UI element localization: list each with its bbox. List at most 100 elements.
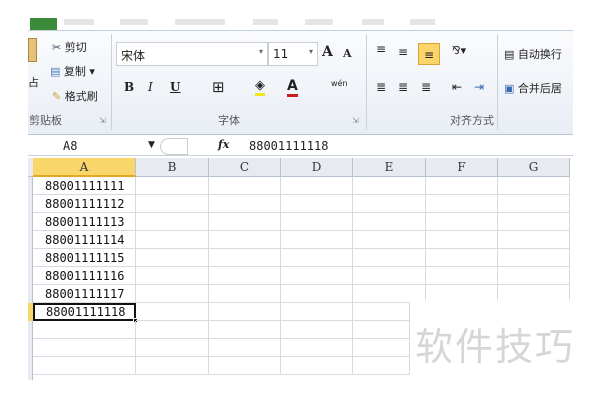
cell-d4[interactable] <box>281 231 353 249</box>
cell-e3[interactable] <box>353 213 426 231</box>
tab-page-layout[interactable] <box>175 19 225 25</box>
cell-a5[interactable]: 88001111115 <box>33 249 136 267</box>
dialog-launcher-icon[interactable]: ⇲ <box>99 116 106 125</box>
cell-b8[interactable] <box>136 303 209 321</box>
dialog-launcher-icon[interactable]: ⇲ <box>352 116 359 125</box>
cell-c9[interactable] <box>209 321 281 339</box>
cell-e2[interactable] <box>353 195 426 213</box>
cell-g6[interactable] <box>498 267 570 285</box>
cell-d1[interactable] <box>281 177 353 195</box>
cell-c6[interactable] <box>209 267 281 285</box>
grow-font-button[interactable]: A <box>322 44 333 60</box>
cell-b2[interactable] <box>136 195 209 213</box>
cell-f1[interactable] <box>426 177 498 195</box>
cell-e10[interactable] <box>353 339 410 357</box>
cell-b4[interactable] <box>136 231 209 249</box>
cell-d7[interactable] <box>281 285 353 303</box>
cell-f4[interactable] <box>426 231 498 249</box>
align-left-icon[interactable]: ≣ <box>376 80 386 94</box>
cell-a7[interactable]: 88001111117 <box>33 285 136 303</box>
cell-g5[interactable] <box>498 249 570 267</box>
bold-button[interactable]: B <box>124 80 134 94</box>
cell-g2[interactable] <box>498 195 570 213</box>
cell-a8[interactable]: 88001111118 <box>33 303 138 323</box>
cell-f5[interactable] <box>426 249 498 267</box>
cell-a2[interactable]: 88001111112 <box>33 195 136 213</box>
align-bottom-icon[interactable]: ≡ <box>418 43 440 65</box>
font-size-select[interactable]: 11 ▾ <box>268 42 318 66</box>
cell-c5[interactable] <box>209 249 281 267</box>
cell-d5[interactable] <box>281 249 353 267</box>
cell-c2[interactable] <box>209 195 281 213</box>
decrease-indent-icon[interactable]: ⇤ <box>452 80 462 94</box>
cell-f6[interactable] <box>426 267 498 285</box>
shrink-font-button[interactable]: A <box>343 47 352 60</box>
cell-e6[interactable] <box>353 267 426 285</box>
italic-button[interactable]: I <box>148 80 153 94</box>
borders-icon[interactable]: ⊞ <box>212 78 225 96</box>
formula-bar-separator-handle[interactable] <box>160 138 188 155</box>
cell-b1[interactable] <box>136 177 209 195</box>
align-middle-icon[interactable]: ≡ <box>398 45 408 59</box>
cell-e4[interactable] <box>353 231 426 249</box>
tab-formulas[interactable] <box>253 19 278 25</box>
merge-center-button[interactable]: ▣ 合并后居 <box>504 80 562 96</box>
tab-data[interactable] <box>305 19 333 25</box>
formula-input[interactable]: 88001111118 <box>249 139 328 153</box>
column-header-e[interactable]: E <box>353 158 426 177</box>
cell-f3[interactable] <box>426 213 498 231</box>
tab-insert[interactable] <box>120 19 148 25</box>
cell-d3[interactable] <box>281 213 353 231</box>
increase-indent-icon[interactable]: ⇥ <box>474 80 484 94</box>
column-header-c[interactable]: C <box>209 158 281 177</box>
cell-c8[interactable] <box>209 303 281 321</box>
cell-c7[interactable] <box>209 285 281 303</box>
column-header-g[interactable]: G <box>498 158 570 177</box>
cell-a3[interactable]: 88001111113 <box>33 213 136 231</box>
cell-g1[interactable] <box>498 177 570 195</box>
cell-f2[interactable] <box>426 195 498 213</box>
cell-b3[interactable] <box>136 213 209 231</box>
insert-function-button[interactable]: fx <box>218 138 229 151</box>
column-header-a[interactable]: A <box>33 158 136 177</box>
copy-button[interactable]: ▤ 复制 ▾ <box>50 63 95 79</box>
name-box[interactable]: A8 <box>63 139 77 153</box>
cell-d8[interactable] <box>281 303 353 321</box>
cell-d2[interactable] <box>281 195 353 213</box>
format-painter-button[interactable]: ✎ 格式刷 <box>52 88 98 104</box>
cell-a9[interactable] <box>33 321 136 339</box>
cell-b9[interactable] <box>136 321 209 339</box>
cell-c1[interactable] <box>209 177 281 195</box>
tab-home[interactable] <box>64 19 94 25</box>
align-center-icon[interactable]: ≣ <box>398 80 408 94</box>
cell-b6[interactable] <box>136 267 209 285</box>
paste-icon[interactable] <box>28 38 37 62</box>
cell-d6[interactable] <box>281 267 353 285</box>
cell-a10[interactable] <box>33 339 136 357</box>
cut-button[interactable]: ✂ 剪切 <box>52 39 87 55</box>
phonetic-button[interactable]: wén <box>331 79 348 88</box>
column-header-d[interactable]: D <box>281 158 353 177</box>
cell-e5[interactable] <box>353 249 426 267</box>
cell-a1[interactable]: 88001111111 <box>33 177 136 195</box>
tab-review[interactable] <box>362 19 384 25</box>
cell-e11[interactable] <box>353 357 410 375</box>
cell-e1[interactable] <box>353 177 426 195</box>
cell-d10[interactable] <box>281 339 353 357</box>
file-tab[interactable] <box>30 18 57 30</box>
cell-d11[interactable] <box>281 357 353 375</box>
cell-a6[interactable]: 88001111116 <box>33 267 136 285</box>
font-name-select[interactable]: 宋体 ▾ <box>116 42 268 66</box>
cell-c11[interactable] <box>209 357 281 375</box>
name-box-dropdown-icon[interactable]: ▼ <box>148 140 155 150</box>
cell-e8[interactable] <box>353 303 410 321</box>
fill-color-icon[interactable]: ◈ <box>255 78 265 96</box>
wrap-text-button[interactable]: ▤ 自动换行 <box>504 46 562 62</box>
align-right-icon[interactable]: ≣ <box>421 80 431 94</box>
tab-view[interactable] <box>410 19 435 25</box>
cell-c3[interactable] <box>209 213 281 231</box>
column-header-f[interactable]: F <box>426 158 498 177</box>
cell-a4[interactable]: 88001111114 <box>33 231 136 249</box>
cell-c10[interactable] <box>209 339 281 357</box>
cell-b10[interactable] <box>136 339 209 357</box>
